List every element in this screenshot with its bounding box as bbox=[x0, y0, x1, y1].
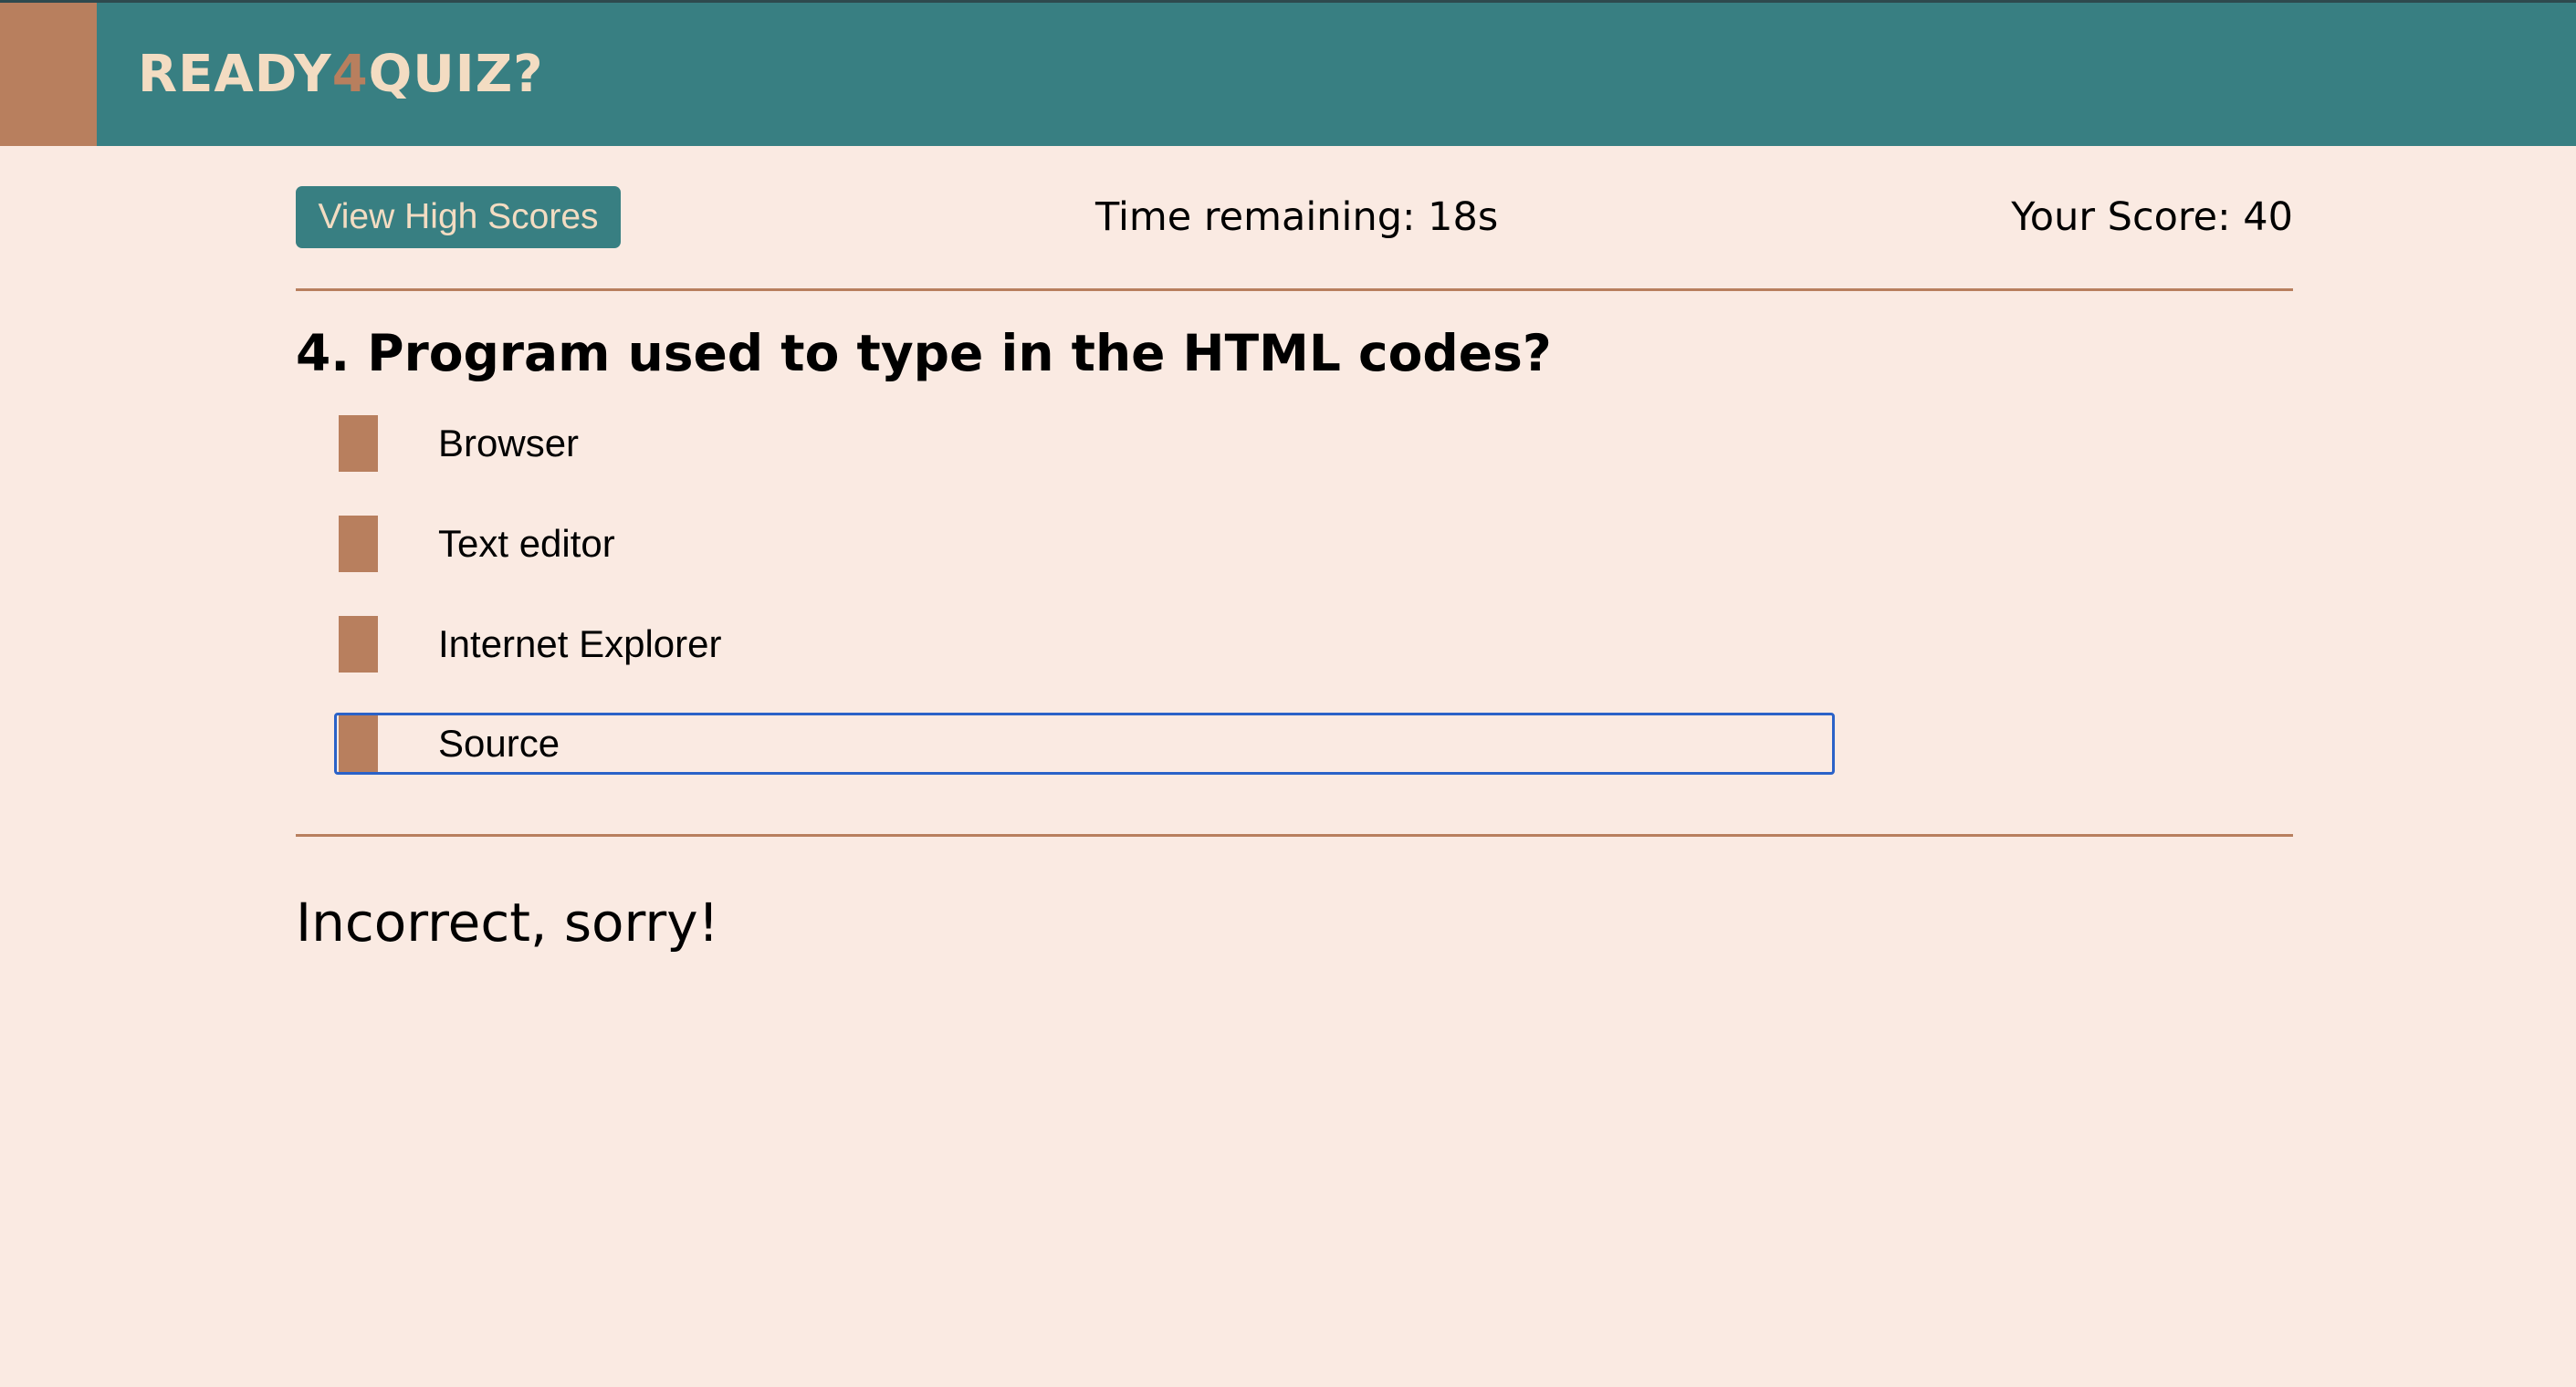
answer-option-browser[interactable]: Browser bbox=[334, 412, 1835, 474]
answer-label: Internet Explorer bbox=[438, 622, 722, 665]
brand-number: 4 bbox=[331, 45, 369, 104]
answer-label: Text editor bbox=[438, 522, 615, 565]
time-remaining: Time remaining: 18s bbox=[1095, 194, 1499, 240]
view-high-scores-button[interactable]: View High Scores bbox=[296, 186, 621, 248]
score-display: Your Score: 40 bbox=[2011, 194, 2293, 240]
answer-label: Browser bbox=[438, 422, 580, 464]
answer-marker bbox=[339, 616, 378, 673]
answer-option-text-editor[interactable]: Text editor bbox=[334, 513, 1835, 575]
top-bar: READY 4 QUIZ? bbox=[0, 0, 2576, 146]
answer-label: Source bbox=[438, 722, 560, 765]
answer-marker bbox=[339, 516, 378, 572]
answer-option-internet-explorer[interactable]: Internet Explorer bbox=[334, 613, 1835, 675]
divider-top bbox=[296, 288, 2293, 291]
answer-option-source[interactable]: Source bbox=[334, 713, 1835, 775]
app-logo: READY 4 QUIZ? bbox=[138, 3, 544, 146]
status-bar: View High Scores Time remaining: 18s You… bbox=[296, 186, 2293, 248]
answer-feedback: Incorrect, sorry! bbox=[296, 892, 719, 954]
brand-prefix: READY bbox=[138, 45, 332, 104]
answer-marker bbox=[339, 415, 378, 472]
answer-marker bbox=[339, 715, 378, 772]
divider-bottom bbox=[296, 834, 2293, 837]
question-title: 4. Program used to type in the HTML code… bbox=[296, 324, 1552, 382]
brand-suffix: QUIZ? bbox=[368, 45, 544, 104]
top-bar-accent bbox=[0, 3, 97, 146]
